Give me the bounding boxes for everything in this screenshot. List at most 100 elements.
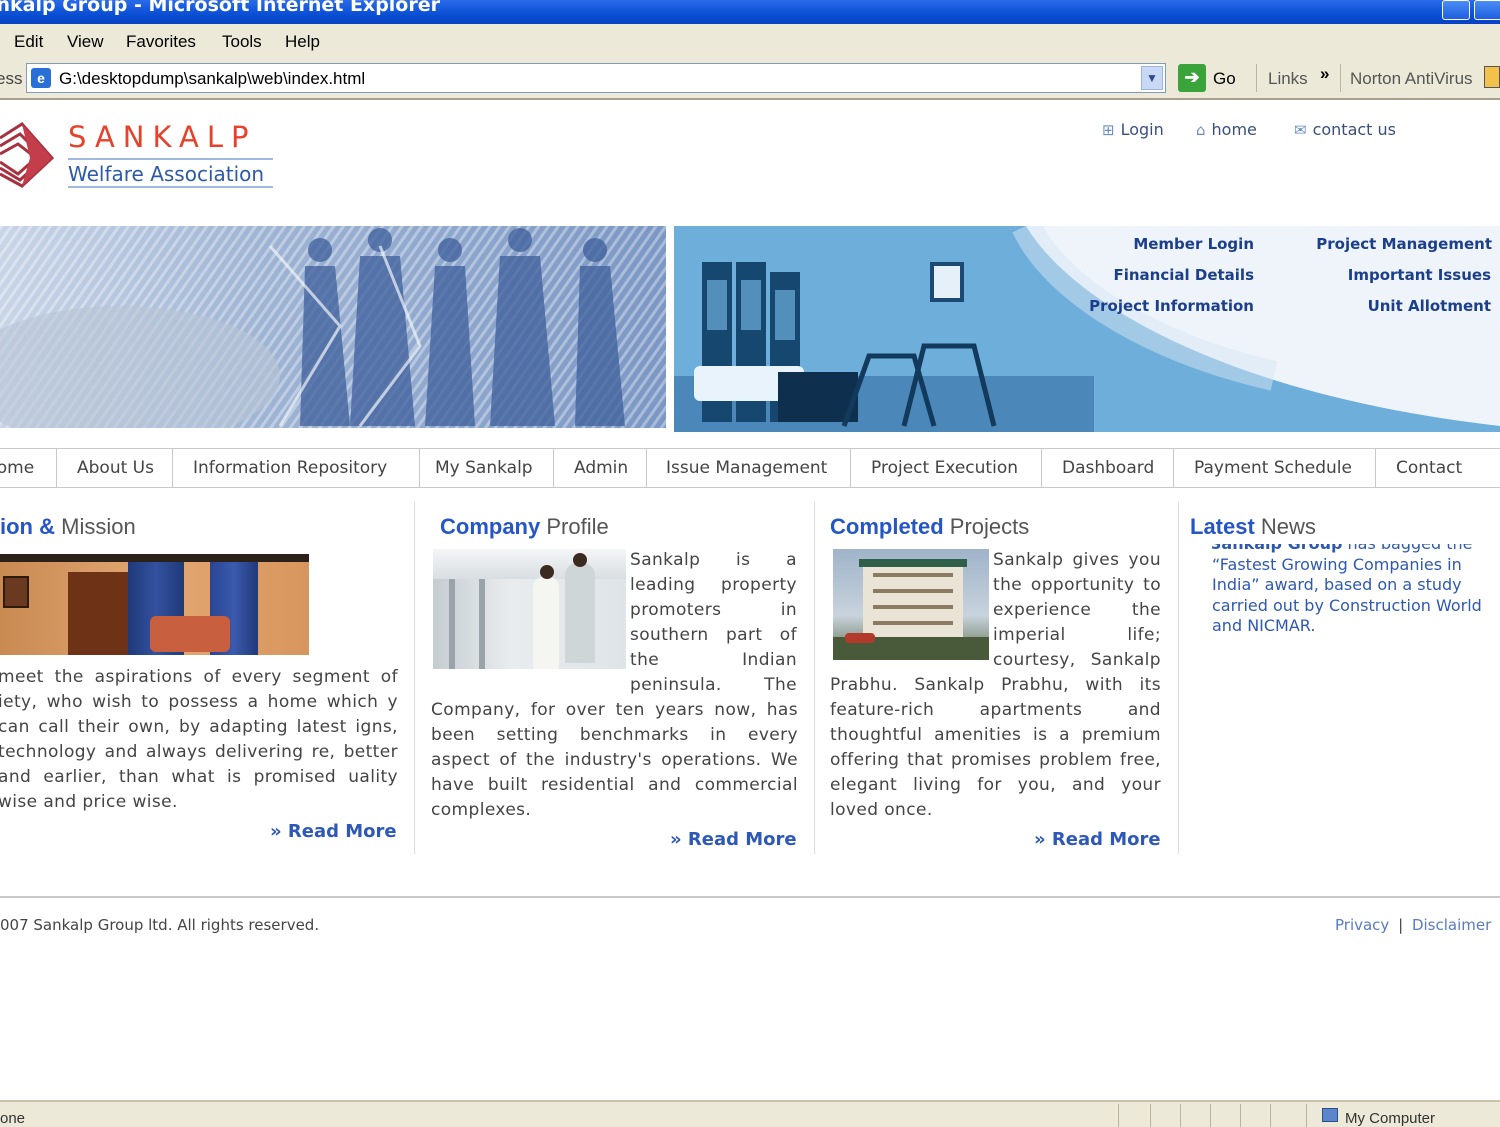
nav-issue-management[interactable]: Issue Management xyxy=(666,449,827,487)
disclaimer-link[interactable]: Disclaimer xyxy=(1412,916,1491,934)
completed-building-image xyxy=(833,549,989,660)
nav-divider xyxy=(1375,449,1376,487)
important-issues-link[interactable]: Important Issues xyxy=(1348,266,1491,284)
nav-divider xyxy=(850,449,851,487)
nav-divider xyxy=(419,449,420,487)
login-link[interactable]: ⊞ Login xyxy=(1102,120,1164,139)
chevron-down-icon[interactable]: ▼ xyxy=(1141,66,1163,90)
menu-edit[interactable]: Edit xyxy=(14,32,43,52)
news-item-bold[interactable]: » Sankalp Group xyxy=(1212,544,1342,553)
nav-about-us[interactable]: About Us xyxy=(77,449,154,487)
links-chevron-icon[interactable]: » xyxy=(1320,64,1329,84)
menu-view[interactable]: View xyxy=(67,32,104,52)
company-profile-heading: Company Profile xyxy=(440,514,609,540)
column-divider xyxy=(414,502,415,854)
go-button[interactable]: Go xyxy=(1213,69,1236,89)
projects-heading-bold: Completed xyxy=(830,514,944,539)
news-item[interactable]: » Sankalp Group has bagged the “Fastest … xyxy=(1212,544,1482,637)
nav-dashboard[interactable]: Dashboard xyxy=(1062,449,1154,487)
login-label[interactable]: Login xyxy=(1121,120,1164,139)
sankalp-logo-icon xyxy=(0,122,55,188)
latest-news-heading: Latest News xyxy=(1190,514,1316,540)
nav-payment-schedule[interactable]: Payment Schedule xyxy=(1194,449,1352,487)
norton-icon[interactable] xyxy=(1484,66,1500,88)
address-url[interactable]: G:\desktopdump\sankalp\web\index.html xyxy=(59,69,365,89)
company-text: Company, for over ten years now, has bee… xyxy=(431,700,798,820)
nav-admin[interactable]: Admin xyxy=(574,449,628,487)
financial-details-link[interactable]: Financial Details xyxy=(1113,266,1254,284)
links-button[interactable]: Links xyxy=(1268,69,1308,89)
house-icon: ⌂ xyxy=(1196,121,1206,139)
footer-links: Privacy | Disclaimer xyxy=(1335,916,1491,934)
brand-name[interactable]: SANKALP xyxy=(68,120,256,154)
status-divider xyxy=(1306,1104,1307,1127)
projects-read-more-link[interactable]: » Read More xyxy=(1034,829,1161,850)
nav-divider xyxy=(646,449,647,487)
address-input[interactable]: e G:\desktopdump\sankalp\web\index.html … xyxy=(26,63,1166,93)
nav-divider xyxy=(1041,449,1042,487)
company-text-side: Sankalp is a leading property promoters … xyxy=(630,550,797,695)
menu-help[interactable]: Help xyxy=(285,32,320,52)
banner-people-image xyxy=(0,226,666,428)
column-divider xyxy=(1178,502,1179,854)
brand-divider xyxy=(68,158,273,160)
status-divider xyxy=(1240,1104,1241,1127)
status-divider xyxy=(1210,1104,1211,1127)
banner-interior-image: Member Login Financial Details Project I… xyxy=(674,226,1500,432)
toolbar-divider xyxy=(1340,64,1341,92)
toolbar-divider xyxy=(1256,64,1257,92)
projects-text-side: Sankalp gives you the opportunity to exp… xyxy=(993,550,1161,670)
nav-home[interactable]: Home xyxy=(0,449,34,487)
status-text: one xyxy=(0,1110,26,1127)
home-link[interactable]: ⌂ home xyxy=(1196,120,1257,139)
contact-label[interactable]: contact us xyxy=(1313,120,1396,139)
company-read-more-link[interactable]: » Read More xyxy=(670,829,797,850)
company-heading-rest: Profile xyxy=(540,514,609,539)
projects-heading-rest: Projects xyxy=(943,514,1030,539)
member-login-link[interactable]: Member Login xyxy=(1133,235,1254,253)
grid-icon: ⊞ xyxy=(1102,121,1115,139)
nav-contact[interactable]: Contact xyxy=(1396,449,1462,487)
main-nav: Home About Us Information Repository My … xyxy=(0,448,1500,488)
column-divider xyxy=(814,502,815,854)
brand-subtitle[interactable]: Welfare Association xyxy=(68,162,264,186)
project-information-link[interactable]: Project Information xyxy=(1089,297,1254,315)
copyright-text: 007 Sankalp Group ltd. All rights reserv… xyxy=(0,916,320,934)
minimize-button[interactable] xyxy=(1442,0,1470,20)
envelope-icon: ✉ xyxy=(1294,121,1307,139)
vision-heading-rest: Mission xyxy=(55,514,136,539)
brand-divider xyxy=(68,186,273,188)
home-label[interactable]: home xyxy=(1212,120,1257,139)
address-label: ess xyxy=(0,69,23,88)
vision-text: meet the aspirations of every segment of… xyxy=(0,667,398,812)
projects-text: Prabhu. Sankalp Prabhu, with its feature… xyxy=(830,675,1161,820)
news-heading-bold: Latest xyxy=(1190,514,1255,539)
status-divider xyxy=(1150,1104,1151,1127)
nav-my-sankalp[interactable]: My Sankalp xyxy=(435,449,533,487)
news-item-text[interactable]: has bagged the “Fastest Growing Companie… xyxy=(1212,544,1482,635)
nav-project-execution[interactable]: Project Execution xyxy=(871,449,1018,487)
nav-information-repository[interactable]: Information Repository xyxy=(193,449,387,487)
go-arrow-icon[interactable]: ➔ xyxy=(1178,64,1206,92)
vision-heading-bold: ion & xyxy=(0,514,55,539)
menu-favorites[interactable]: Favorites xyxy=(126,32,196,52)
contact-us-link[interactable]: ✉ contact us xyxy=(1294,120,1396,139)
project-management-link[interactable]: Project Management xyxy=(1316,235,1492,253)
privacy-link[interactable]: Privacy xyxy=(1335,916,1389,934)
maximize-button[interactable] xyxy=(1474,0,1500,20)
status-divider xyxy=(1180,1104,1181,1127)
window-title: Sankalp Group - Microsoft Internet Explo… xyxy=(0,0,440,16)
norton-antivirus-button[interactable]: Norton AntiVirus xyxy=(1350,69,1473,89)
status-bar: one My Computer xyxy=(0,1100,1500,1127)
menu-bar: Edit View Favorites Tools Help xyxy=(0,24,1500,61)
footer-separator: | xyxy=(1398,916,1404,934)
nav-divider xyxy=(553,449,554,487)
status-divider xyxy=(1270,1104,1271,1127)
vision-read-more-link[interactable]: » Read More xyxy=(270,821,397,842)
footer-divider xyxy=(0,896,1500,898)
status-divider xyxy=(1118,1104,1119,1127)
company-heading-bold: Company xyxy=(440,514,541,539)
menu-tools[interactable]: Tools xyxy=(222,32,262,52)
news-ticker: » Sankalp Group has bagged the “Fastest … xyxy=(1212,544,1482,668)
unit-allotment-link[interactable]: Unit Allotment xyxy=(1368,297,1491,315)
